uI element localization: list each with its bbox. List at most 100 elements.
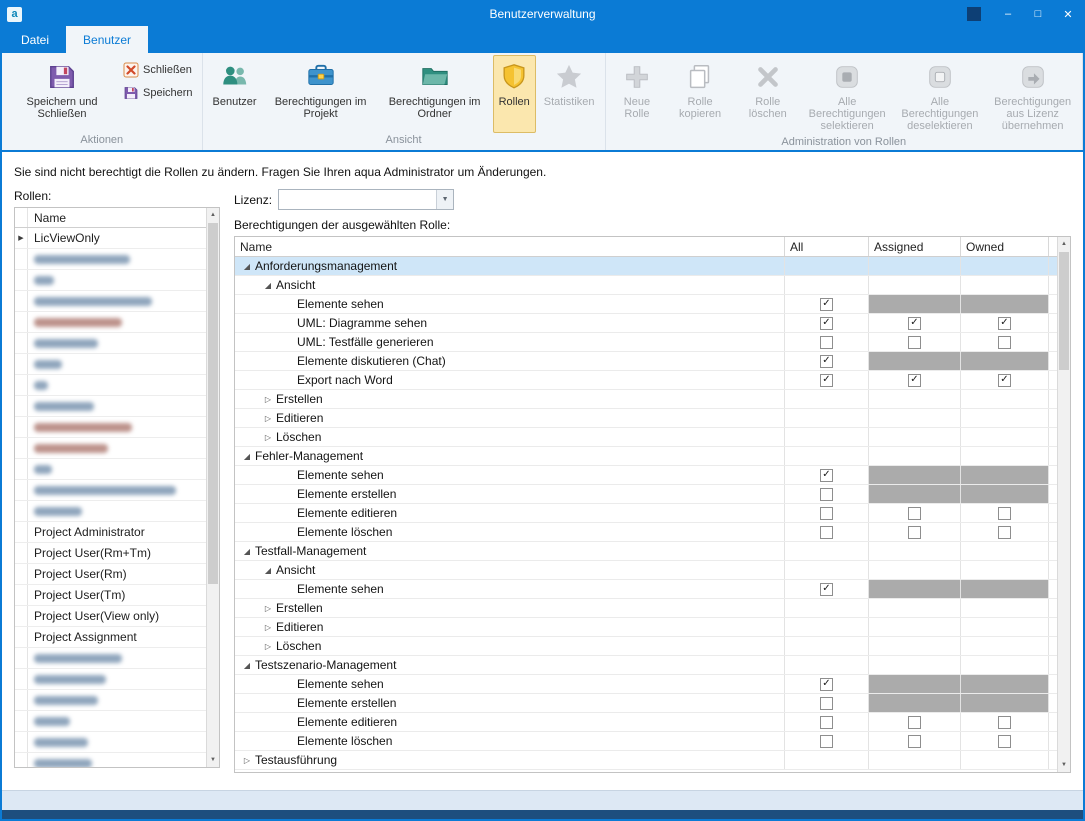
permission-row[interactable]: Export nach Word✓✓✓ [235,371,1057,390]
cell-owned[interactable] [961,732,1049,750]
checkbox-icon[interactable] [820,697,833,710]
cell-assigned[interactable] [869,713,961,731]
scrollbar-track[interactable] [207,222,219,753]
permission-row[interactable]: ◢Testfall-Management [235,542,1057,561]
titlebar-accent-button[interactable] [967,7,981,21]
permission-row[interactable]: Elemente sehen✓ [235,295,1057,314]
role-list-item[interactable]: Project User(Tm) [15,585,206,606]
checkbox-icon[interactable] [998,336,1011,349]
expander-icon[interactable]: ▷ [260,642,276,651]
permission-row[interactable]: ◢Testszenario-Management [235,656,1057,675]
expander-icon[interactable]: ◢ [239,661,255,670]
expander-icon[interactable]: ◢ [239,452,255,461]
permissions-scrollbar[interactable]: ▲ ▼ [1057,237,1070,772]
checkbox-icon[interactable] [908,336,921,349]
permission-row[interactable]: ▷Editieren [235,618,1057,637]
role-list-item[interactable] [15,333,206,354]
role-list-item[interactable]: Project User(Rm) [15,564,206,585]
ribbon-button-rollen[interactable]: Rollen [493,55,536,133]
checkbox-icon[interactable]: ✓ [820,469,833,482]
checkbox-icon[interactable]: ✓ [998,317,1011,330]
role-list-item[interactable] [15,291,206,312]
role-list-item[interactable]: ▶LicViewOnly [15,228,206,249]
role-list-item[interactable] [15,690,206,711]
role-list-item[interactable] [15,438,206,459]
permission-row[interactable]: ◢Ansicht [235,561,1057,580]
cell-assigned[interactable]: ✓ [869,314,961,332]
ribbon-button-benutzer[interactable]: Benutzer [207,55,263,133]
checkbox-icon[interactable] [998,735,1011,748]
role-list-item[interactable] [15,732,206,753]
cell-all[interactable] [785,333,869,351]
permission-row[interactable]: Elemente erstellen [235,485,1057,504]
checkbox-icon[interactable]: ✓ [820,583,833,596]
cell-owned[interactable] [961,504,1049,522]
role-list-item[interactable] [15,711,206,732]
permission-row[interactable]: Elemente sehen✓ [235,466,1057,485]
checkbox-icon[interactable]: ✓ [820,678,833,691]
checkbox-icon[interactable] [820,716,833,729]
role-list-item[interactable] [15,270,206,291]
role-list-item[interactable] [15,312,206,333]
cell-owned[interactable]: ✓ [961,314,1049,332]
ribbon-button-speichern-und-schlie-en[interactable]: Speichern und Schließen [6,55,118,133]
cell-assigned[interactable] [869,504,961,522]
scroll-up-button[interactable]: ▲ [207,208,219,222]
column-header-all[interactable]: All [785,237,869,256]
cell-all[interactable]: ✓ [785,580,869,598]
column-header-name[interactable]: Name [235,237,785,256]
expander-icon[interactable]: ◢ [260,566,276,575]
column-header-assigned[interactable]: Assigned [869,237,961,256]
maximize-button[interactable]: □ [1023,2,1053,26]
tab-benutzer[interactable]: Benutzer [66,26,148,53]
role-list-item[interactable] [15,669,206,690]
checkbox-icon[interactable] [820,336,833,349]
checkbox-icon[interactable] [998,716,1011,729]
cell-assigned[interactable] [869,523,961,541]
role-list-item[interactable] [15,396,206,417]
expander-icon[interactable]: ▷ [260,414,276,423]
role-list-item[interactable] [15,648,206,669]
permission-row[interactable]: Elemente sehen✓ [235,675,1057,694]
permission-row[interactable]: ◢Fehler-Management [235,447,1057,466]
license-combobox[interactable]: ▼ [278,189,454,210]
scroll-up-button[interactable]: ▲ [1058,237,1070,251]
cell-owned[interactable]: ✓ [961,371,1049,389]
checkbox-icon[interactable]: ✓ [820,374,833,387]
cell-all[interactable] [785,485,869,503]
cell-all[interactable] [785,523,869,541]
permission-row[interactable]: Elemente löschen [235,523,1057,542]
cell-owned[interactable] [961,523,1049,541]
scrollbar-track[interactable] [1058,251,1070,758]
ribbon-button-speichern[interactable]: Speichern [121,83,199,103]
permission-row[interactable]: UML: Testfälle generieren [235,333,1057,352]
checkbox-icon[interactable]: ✓ [908,374,921,387]
ribbon-button-berechtigungen-im-projekt[interactable]: Berechtigungen im Projekt [265,55,377,133]
expander-icon[interactable]: ▷ [260,623,276,632]
minimize-button[interactable]: – [993,2,1023,26]
checkbox-icon[interactable] [820,526,833,539]
cell-all[interactable] [785,694,869,712]
ribbon-button-schlie-en[interactable]: Schließen [121,60,199,80]
cell-all[interactable]: ✓ [785,314,869,332]
role-list-item[interactable] [15,753,206,767]
scroll-down-button[interactable]: ▼ [1058,758,1070,772]
permission-row[interactable]: Elemente editieren [235,504,1057,523]
role-list-item[interactable]: Project User(Rm+Tm) [15,543,206,564]
expander-icon[interactable]: ◢ [260,281,276,290]
permission-row[interactable]: ◢Ansicht [235,276,1057,295]
expander-icon[interactable]: ▷ [239,756,255,765]
checkbox-icon[interactable] [820,507,833,520]
expander-icon[interactable]: ▷ [260,604,276,613]
checkbox-icon[interactable] [908,507,921,520]
cell-all[interactable]: ✓ [785,371,869,389]
cell-owned[interactable] [961,713,1049,731]
permission-row[interactable]: ▷Löschen [235,428,1057,447]
close-button[interactable]: ✕ [1053,2,1083,26]
role-list-item[interactable] [15,375,206,396]
role-list-item[interactable] [15,459,206,480]
cell-all[interactable] [785,504,869,522]
checkbox-icon[interactable]: ✓ [998,374,1011,387]
checkbox-icon[interactable] [998,526,1011,539]
permission-row[interactable]: ▷Erstellen [235,390,1057,409]
